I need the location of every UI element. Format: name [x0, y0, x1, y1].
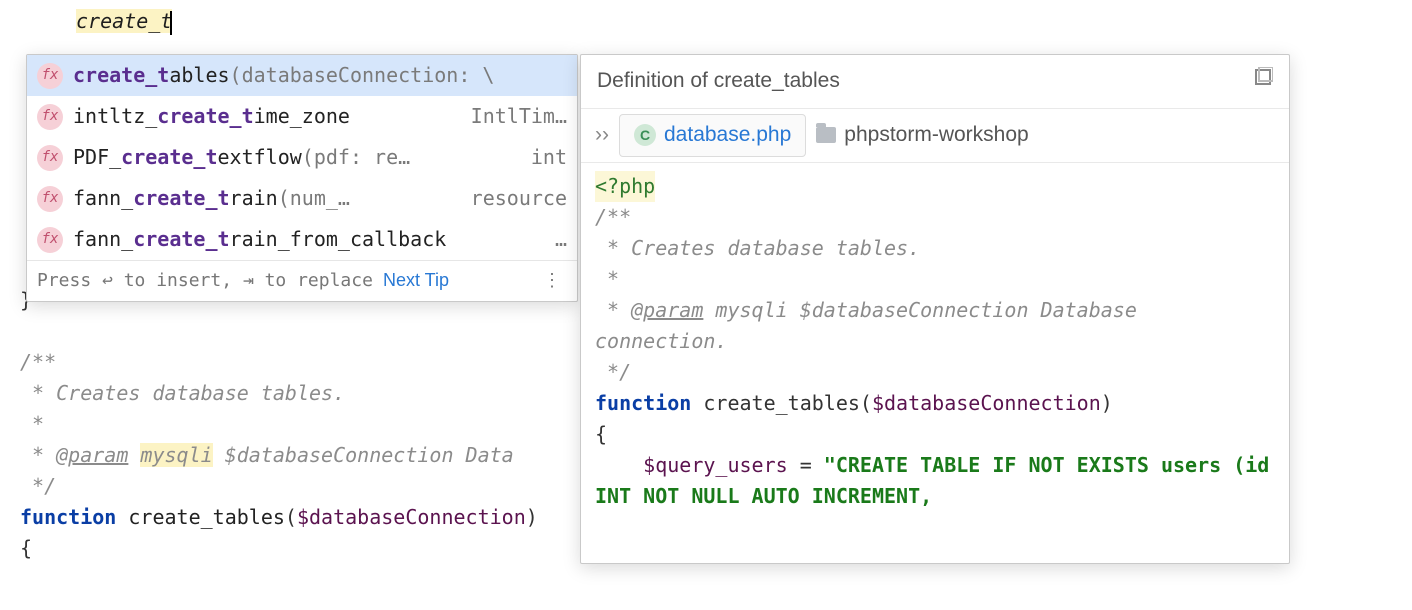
code-editor[interactable]: create_t } /** * Creates database tables… — [0, 0, 1412, 610]
file-chip[interactable]: C database.php — [619, 114, 806, 157]
doc-line: * Creates database tables. — [20, 381, 345, 405]
completion-item[interactable]: fx PDF_create_textflow(pdf: re… int — [27, 137, 577, 178]
keyword-function: function — [20, 505, 116, 529]
typed-text: create_t — [76, 9, 172, 33]
doc-param-pre: * — [20, 443, 56, 467]
completion-item[interactable]: fx create_tables(databaseConnection: \ — [27, 55, 577, 96]
completion-item[interactable]: fx fann_create_train_from_callback … — [27, 219, 577, 260]
more-icon[interactable]: ⋮ — [537, 267, 567, 295]
code-completion-popup[interactable]: fx create_tables(databaseConnection: \ f… — [26, 54, 578, 302]
function-name: create_tables — [116, 505, 285, 529]
docblock-close: */ — [20, 474, 56, 498]
param-var: $databaseConnection — [297, 505, 526, 529]
function-icon: fx — [37, 186, 63, 212]
function-icon: fx — [37, 104, 63, 130]
docblock-open: /** — [20, 350, 56, 374]
function-icon: fx — [37, 145, 63, 171]
class-icon: C — [634, 124, 656, 146]
definition-code[interactable]: <?php /** * Creates database tables. * *… — [581, 163, 1289, 563]
php-open-tag: <?php — [595, 171, 655, 202]
folder-icon — [816, 127, 836, 143]
definition-panel[interactable]: Definition of create_tables ›› C databas… — [580, 54, 1290, 564]
definition-breadcrumb: ›› C database.php phpstorm-workshop — [581, 109, 1289, 163]
doc-param-rest: $databaseConnection Data — [213, 443, 514, 467]
project-chip[interactable]: phpstorm-workshop — [816, 119, 1028, 152]
completion-item[interactable]: fx fann_create_train(num_… resource — [27, 178, 577, 219]
function-icon: fx — [37, 63, 63, 89]
doc-line: * — [20, 412, 44, 436]
function-icon: fx — [37, 227, 63, 253]
doc-param-tag: @param — [56, 443, 128, 467]
doc-param-type: mysqli — [140, 443, 212, 467]
file-name: database.php — [664, 119, 791, 152]
chevron-right-icon: ›› — [595, 119, 609, 152]
completion-footer: Press ↩ to insert, ⇥ to replace Next Tip… — [27, 260, 577, 300]
pin-icon[interactable] — [1253, 65, 1273, 98]
project-name: phpstorm-workshop — [844, 119, 1028, 152]
insert-replace-hint: Press ↩ to insert, ⇥ to replace — [37, 267, 373, 295]
text-cursor — [170, 11, 172, 35]
next-tip-link[interactable]: Next Tip — [383, 267, 449, 295]
definition-header: Definition of create_tables — [581, 55, 1289, 109]
completion-item[interactable]: fx intltz_create_time_zone IntlTim… — [27, 96, 577, 137]
definition-title: Definition of create_tables — [597, 65, 840, 98]
